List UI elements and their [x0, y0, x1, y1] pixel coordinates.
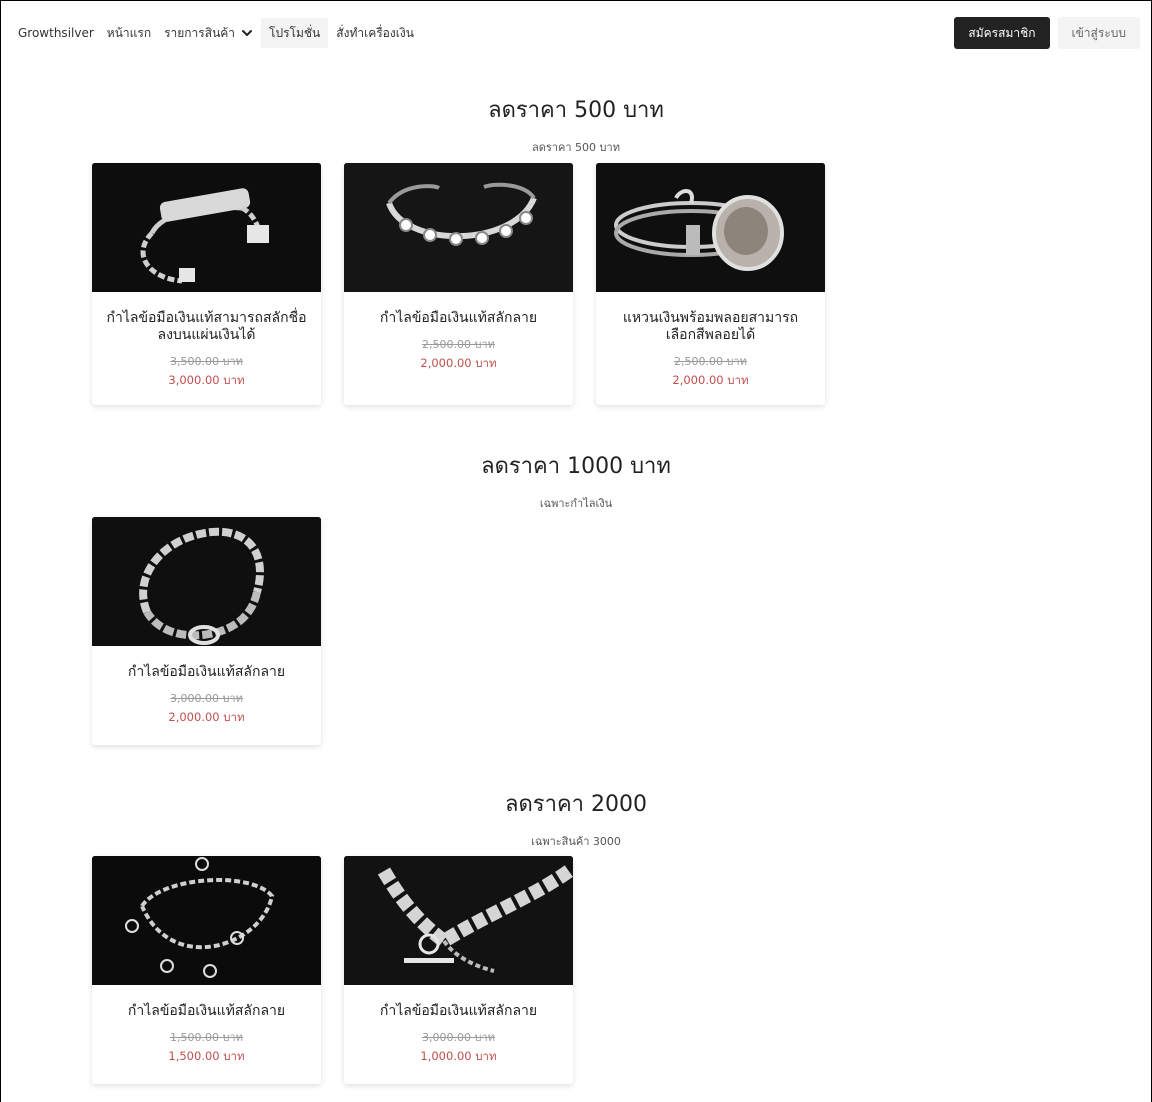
product-sale-price: 1,500.00 บาท — [168, 1049, 245, 1063]
product-name: กำไลข้อมือเงินแท้สลักลาย — [127, 664, 286, 680]
cuff-bangle-image — [344, 163, 573, 292]
product-old-price: 1,500.00 บาท — [170, 1031, 243, 1044]
product-card[interactable]: กำไลข้อมือเงินแท้สามารถสลักชื่อลงบนแผ่นเ… — [92, 163, 321, 405]
login-button[interactable]: เข้าสู่ระบบ — [1057, 17, 1140, 49]
product-image — [596, 163, 825, 292]
product-sale-price: 3,000.00 บาท — [168, 373, 245, 387]
chevron-down-icon — [242, 30, 253, 36]
product-old-price: 3,000.00 บาท — [170, 692, 243, 705]
signup-button[interactable]: สมัครสมาชิก — [954, 17, 1050, 49]
product-image — [92, 856, 321, 985]
nav-custom-order[interactable]: สั่งทำเครื่องเงิน — [336, 18, 414, 48]
toggle-bracelet-image — [344, 856, 573, 985]
product-card[interactable]: กำไลข้อมือเงินแท้สลักลาย 1,500.00 บาท 1,… — [92, 856, 321, 1084]
product-info: กำไลข้อมือเงินแท้สลักลาย 3,000.00 บาท 2,… — [92, 646, 321, 741]
product-sale-price: 2,000.00 บาท — [420, 356, 497, 370]
auth-buttons: สมัครสมาชิก เข้าสู่ระบบ — [954, 17, 1140, 49]
product-old-price: 3,500.00 บาท — [170, 355, 243, 368]
top-navbar: Growthsilver หน้าแรก รายการสินค้า โปรโมช… — [0, 0, 1152, 66]
product-sale-price: 1,000.00 บาท — [420, 1049, 497, 1063]
section-title: ลดราคา 2000 — [505, 792, 647, 817]
product-old-price: 3,000.00 บาท — [422, 1031, 495, 1044]
link-bracelet-image — [92, 517, 321, 646]
gemstone-bangle-image — [596, 163, 825, 292]
nav-products-label: รายการสินค้า — [164, 26, 236, 40]
product-card[interactable]: กำไลข้อมือเงินแท้สลักลาย 2,500.00 บาท 2,… — [344, 163, 573, 405]
product-image — [344, 163, 573, 292]
section-subtitle: ลดราคา 500 บาท — [532, 141, 620, 154]
section-subtitle: เฉพาะสินค้า 3000 — [531, 835, 621, 848]
product-info: แหวนเงินพร้อมพลอยสามารถเลือกสีพลอยได้ 2,… — [596, 292, 825, 404]
brand-link[interactable]: Growthsilver — [18, 18, 94, 48]
product-name: กำไลข้อมือเงินแท้สลักลาย — [379, 1003, 538, 1019]
section-subtitle: เฉพาะกำไลเงิน — [539, 497, 613, 510]
product-sale-price: 2,000.00 บาท — [168, 710, 245, 724]
product-card[interactable]: แหวนเงินพร้อมพลอยสามารถเลือกสีพลอยได้ 2,… — [596, 163, 825, 405]
section-title: ลดราคา 1000 บาท — [481, 454, 671, 479]
nav-promotion[interactable]: โปรโมชั่น — [261, 18, 329, 48]
product-info: กำไลข้อมือเงินแท้สามารถสลักชื่อลงบนแผ่นเ… — [92, 292, 321, 404]
product-name: กำไลข้อมือเงินแท้สลักลาย — [379, 310, 538, 326]
product-info: กำไลข้อมือเงินแท้สลักลาย 3,000.00 บาท 1,… — [344, 985, 573, 1080]
product-name: กำไลข้อมือเงินแท้สลักลาย — [127, 1003, 286, 1019]
product-info: กำไลข้อมือเงินแท้สลักลาย 2,500.00 บาท 2,… — [344, 292, 573, 387]
product-card[interactable]: กำไลข้อมือเงินแท้สลักลาย 3,000.00 บาท 2,… — [92, 517, 321, 745]
product-name: แหวนเงินพร้อมพลอยสามารถเลือกสีพลอยได้ — [622, 310, 799, 343]
charm-bracelet-image — [92, 856, 321, 985]
product-name: กำไลข้อมือเงินแท้สามารถสลักชื่อลงบนแผ่นเ… — [106, 310, 307, 343]
product-info: กำไลข้อมือเงินแท้สลักลาย 1,500.00 บาท 1,… — [92, 985, 321, 1080]
nav-products[interactable]: รายการสินค้า — [164, 18, 253, 48]
product-sale-price: 2,000.00 บาท — [672, 373, 749, 387]
product-image — [92, 163, 321, 292]
nav-home[interactable]: หน้าแรก — [107, 18, 151, 48]
bracelet-chain-image — [92, 163, 321, 292]
product-image — [344, 856, 573, 985]
product-old-price: 2,500.00 บาท — [422, 338, 495, 351]
product-old-price: 2,500.00 บาท — [674, 355, 747, 368]
product-card[interactable]: กำไลข้อมือเงินแท้สลักลาย 3,000.00 บาท 1,… — [344, 856, 573, 1084]
product-image — [92, 517, 321, 646]
section-title: ลดราคา 500 บาท — [488, 98, 664, 123]
